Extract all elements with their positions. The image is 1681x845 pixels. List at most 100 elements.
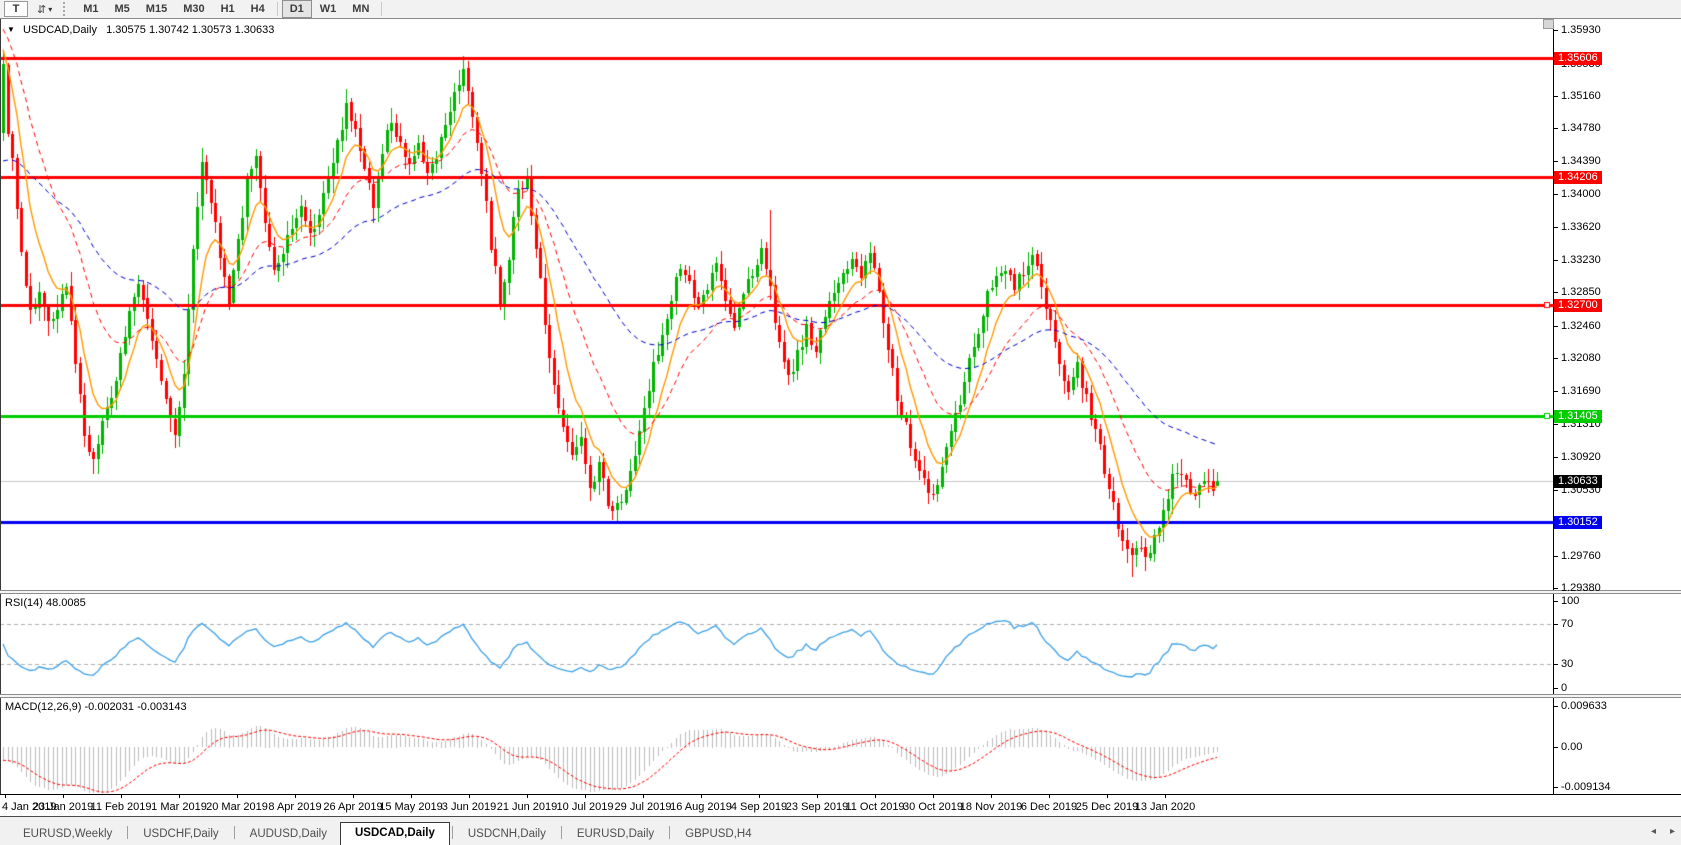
chart-tab-bar: EURUSD,WeeklyUSDCHF,DailyAUDUSD,DailyUSD…	[0, 816, 1681, 845]
chart-title: ▼ USDCAD,Daily 1.30575 1.30742 1.30573 1…	[7, 24, 274, 36]
price-tick-text: 1.30920	[1561, 451, 1601, 464]
price-tick-mark	[1554, 227, 1558, 228]
price-tick-mark	[1554, 556, 1558, 557]
macd-tick-mark	[1554, 787, 1558, 788]
rsi-tick-mark	[1554, 624, 1558, 625]
rsi-panel-canvas[interactable]	[0, 594, 1553, 694]
date-tick-mark	[411, 795, 412, 798]
date-tick-mark	[643, 795, 644, 798]
hline-price-label: 1.30152	[1554, 516, 1602, 529]
axis-corner-grip[interactable]	[1543, 19, 1554, 29]
timeframe-button-h4[interactable]: H4	[243, 0, 273, 18]
timeframe-button-w1[interactable]: W1	[312, 0, 345, 18]
rsi-name: RSI(14)	[5, 597, 43, 609]
price-axis[interactable]: 1.359301.355301.351601.347801.343901.340…	[1554, 0, 1681, 845]
rsi-panel-splitter[interactable]	[0, 590, 1681, 594]
rsi-tick-mark	[1554, 688, 1558, 689]
date-tick-mark	[469, 795, 470, 798]
text-tool-button[interactable]: T	[4, 1, 28, 17]
chart-tab-eurusd-weekly[interactable]: EURUSD,Weekly	[10, 824, 125, 845]
double-arrow-icon: ⇵	[37, 3, 46, 16]
date-tick-label: 18 Nov 2019	[960, 801, 1022, 813]
date-tick-label: 6 Dec 2019	[1021, 801, 1077, 813]
price-tick-mark	[1554, 96, 1558, 97]
chart-tab-audusd-daily[interactable]: AUDUSD,Daily	[237, 824, 340, 845]
toolbar-grip[interactable]	[63, 2, 69, 16]
chart-symbol-label: USDCAD,Daily	[23, 24, 97, 36]
price-tick-text: 1.33230	[1561, 254, 1601, 267]
date-tick-mark	[1165, 795, 1166, 798]
price-tick-mark	[1554, 128, 1558, 129]
date-tick-label: 4 Sep 2019	[731, 801, 787, 813]
date-tick-mark	[875, 795, 876, 798]
timeframe-button-d1[interactable]: D1	[282, 0, 312, 18]
macd-panel-splitter[interactable]	[0, 694, 1681, 698]
price-tick-text: 1.34780	[1561, 122, 1601, 135]
chart-tab-usdcnh-daily[interactable]: USDCNH,Daily	[455, 824, 559, 845]
rsi-tick-mark	[1554, 601, 1558, 602]
price-tick-text: 1.32080	[1561, 352, 1601, 365]
macd-axis-text: 0.009633	[1561, 700, 1607, 713]
top-toolbar: T ⇵ ▾ M1M5M15M30H1H4 D1W1MN	[0, 0, 1681, 18]
date-tick-label: 3 Jun 2019	[442, 801, 496, 813]
date-tick-label: 11 Oct 2019	[845, 801, 904, 813]
date-tick-mark	[585, 795, 586, 798]
price-tick-text: 1.35160	[1561, 90, 1601, 103]
price-tick-text: 1.33620	[1561, 221, 1601, 234]
hline-price-label: 1.31405	[1554, 410, 1602, 423]
timeframe-button-m30[interactable]: M30	[175, 0, 212, 18]
price-tick-mark	[1554, 161, 1558, 162]
date-tick-label: 11 Feb 2019	[91, 801, 152, 813]
date-tick-label: 13 Jan 2020	[1135, 801, 1196, 813]
rsi-axis-text: 100	[1561, 595, 1579, 608]
date-tick-label: 10 Jul 2019	[557, 801, 614, 813]
date-tick-mark	[701, 795, 702, 798]
macd-tick-mark	[1554, 747, 1558, 748]
price-tick-mark	[1554, 326, 1558, 327]
price-tick-text: 1.34390	[1561, 155, 1601, 168]
chart-tab-eurusd-daily[interactable]: EURUSD,Daily	[564, 824, 667, 845]
price-tick-mark	[1554, 391, 1558, 392]
macd-name: MACD(12,26,9)	[5, 701, 81, 713]
tab-scroll-left-button[interactable]: ◂	[1651, 826, 1656, 837]
price-tick-text: 1.35930	[1561, 24, 1601, 37]
chart-tab-usdchf-daily[interactable]: USDCHF,Daily	[130, 824, 231, 845]
toolbar-divider	[0, 18, 1681, 19]
price-tick-mark	[1554, 260, 1558, 261]
date-axis[interactable]: 4 Jan 201923 Jan 201911 Feb 20191 Mar 20…	[0, 794, 1681, 817]
price-tick-text: 1.29760	[1561, 550, 1601, 563]
timeframe-button-m15[interactable]: M15	[138, 0, 175, 18]
date-tick-mark	[121, 795, 122, 798]
macd-values: -0.002031 -0.003143	[84, 701, 186, 713]
main-chart-canvas[interactable]	[0, 20, 1553, 590]
tab-separator	[127, 826, 128, 839]
tab-separator	[234, 826, 235, 839]
rsi-axis-text: 70	[1561, 618, 1573, 631]
chart-ohlc-values: 1.30575 1.30742 1.30573 1.30633	[106, 24, 274, 36]
date-tick-mark	[5, 795, 6, 798]
timeframe-button-m5[interactable]: M5	[107, 0, 138, 18]
price-tick-mark	[1554, 457, 1558, 458]
date-tick-mark	[817, 795, 818, 798]
timeframe-toolbar: M1M5M15M30H1H4 D1W1MN	[75, 0, 386, 18]
macd-panel-canvas[interactable]	[0, 698, 1553, 794]
chart-mode-dropdown-button[interactable]: ⇵ ▾	[34, 2, 55, 16]
timeframe-button-h1[interactable]: H1	[213, 0, 243, 18]
date-tick-label: 26 Apr 2019	[323, 801, 382, 813]
date-tick-label: 20 Mar 2019	[206, 801, 268, 813]
chart-tab-usdcad-daily[interactable]: USDCAD,Daily	[340, 822, 450, 845]
date-tick-label: 8 Apr 2019	[268, 801, 321, 813]
date-tick-label: 21 Jun 2019	[497, 801, 558, 813]
chart-tab-gbpusd-h4[interactable]: GBPUSD,H4	[672, 824, 764, 845]
date-tick-mark	[179, 795, 180, 798]
timeframe-button-m1[interactable]: M1	[75, 0, 106, 18]
tab-separator	[452, 826, 453, 839]
timeframe-button-mn[interactable]: MN	[344, 0, 377, 18]
hline-price-label: 1.35606	[1554, 52, 1602, 65]
price-tick-mark	[1554, 292, 1558, 293]
date-tick-label: 15 May 2019	[379, 801, 443, 813]
price-tick-text: 1.32460	[1561, 320, 1601, 333]
tab-scroll-right-button[interactable]: ▸	[1670, 826, 1675, 837]
macd-axis-text: -0.009134	[1561, 781, 1611, 794]
price-tick-mark	[1554, 30, 1558, 31]
